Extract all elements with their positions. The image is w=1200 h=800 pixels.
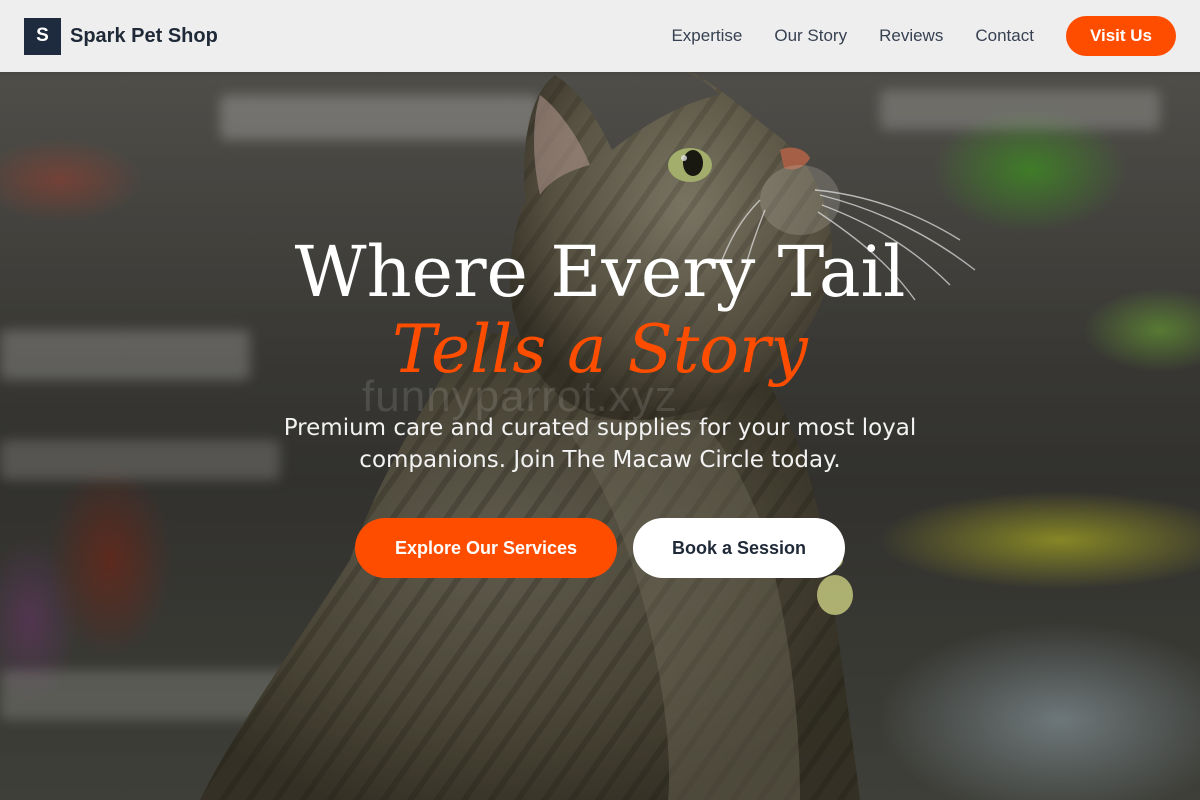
logo-mark: S [24, 17, 61, 55]
hero-subtitle: Premium care and curated supplies for yo… [283, 415, 917, 473]
nav-link-reviews[interactable]: Reviews [879, 26, 943, 46]
book-session-button[interactable]: Book a Session [633, 518, 845, 578]
brand-name: Spark Pet Shop [70, 24, 218, 47]
visit-us-button[interactable]: Visit Us [1065, 16, 1176, 56]
headline-line-2: Tells a Story [392, 311, 808, 388]
nav-link-contact[interactable]: Contact [975, 26, 1034, 46]
headline-line-1: Where Every Tail [294, 231, 906, 313]
nav-link-expertise[interactable]: Expertise [671, 26, 742, 46]
brand-logo[interactable]: S Spark Pet Shop [24, 17, 218, 55]
hero-headline: Where Every Tail Tells a Story [0, 232, 1200, 388]
site-header: S Spark Pet Shop Expertise Our Story Rev… [0, 0, 1200, 72]
nav-link-our-story[interactable]: Our Story [774, 26, 847, 46]
explore-services-button[interactable]: Explore Our Services [355, 518, 617, 578]
hero-section: Where Every Tail Tells a Story Premium c… [0, 232, 1200, 578]
hero-cta-row: Explore Our Services Book a Session [0, 518, 1200, 578]
main-nav: Expertise Our Story Reviews Contact Visi… [671, 16, 1176, 56]
